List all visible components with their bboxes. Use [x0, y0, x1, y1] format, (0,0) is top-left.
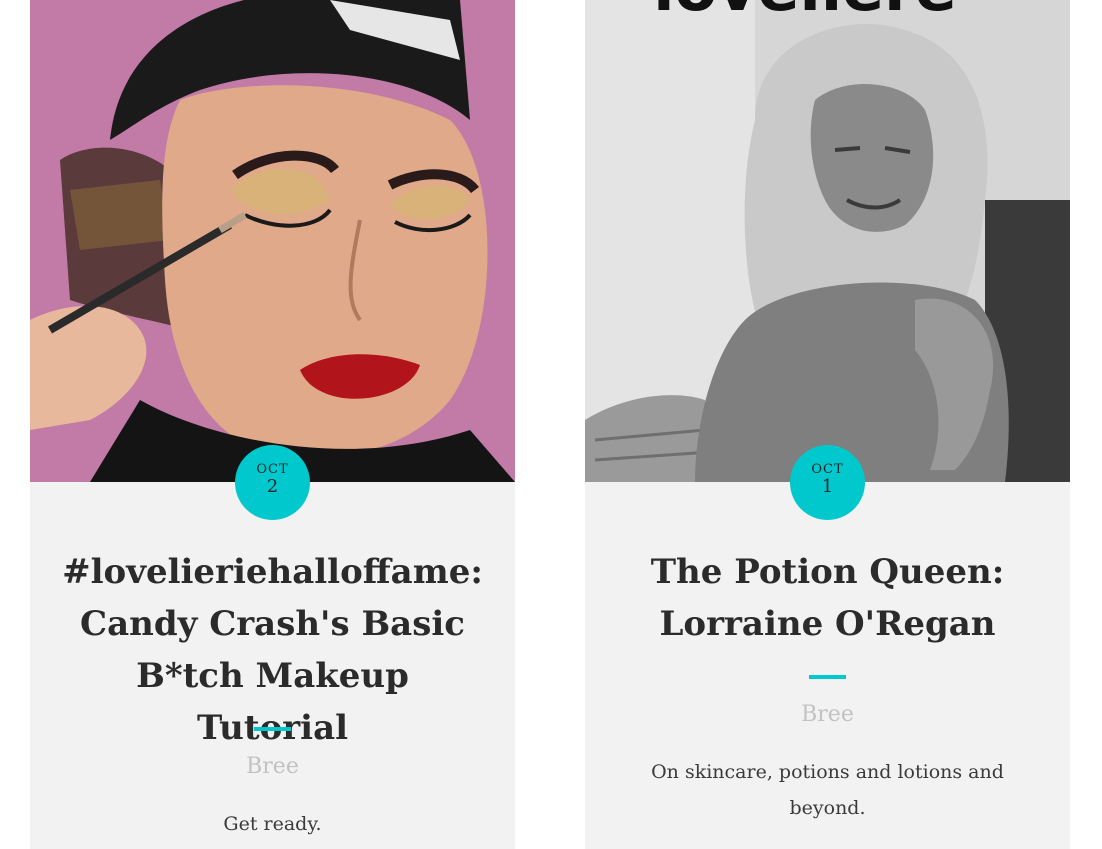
title-divider — [254, 727, 291, 731]
post-title-1[interactable]: #lovelieriehalloffame: Candy Crash's Bas… — [60, 546, 485, 754]
blog-grid: OCT 2 #lovelieriehalloffame: Candy Crash… — [0, 0, 1102, 849]
post-excerpt-1: Get ready. — [223, 813, 322, 835]
date-month: OCT — [256, 462, 289, 477]
image-overlay-text: loveliere — [653, 0, 957, 25]
title-divider — [809, 675, 846, 679]
post-author-2[interactable]: Bree — [585, 702, 1070, 727]
post-image-1[interactable] — [30, 0, 515, 482]
post-card-2: loveliere OCT 1 The Potion Queen: Lorrai… — [585, 0, 1070, 849]
date-day: 1 — [821, 476, 834, 497]
date-day: 2 — [266, 476, 279, 497]
post-image-2[interactable]: loveliere — [585, 0, 1070, 482]
date-month: OCT — [811, 462, 844, 477]
post-card-1: OCT 2 #lovelieriehalloffame: Candy Crash… — [30, 0, 515, 849]
portrait-photo: loveliere — [585, 0, 1070, 482]
post-author-1[interactable]: Bree — [30, 754, 515, 779]
date-badge-1: OCT 2 — [235, 445, 310, 520]
post-title-2[interactable]: The Potion Queen: Lorraine O'Regan — [615, 546, 1040, 650]
date-badge-2: OCT 1 — [790, 445, 865, 520]
post-excerpt-2: On skincare, potions and lotions and bey… — [651, 761, 1004, 819]
makeup-photo — [30, 0, 515, 482]
